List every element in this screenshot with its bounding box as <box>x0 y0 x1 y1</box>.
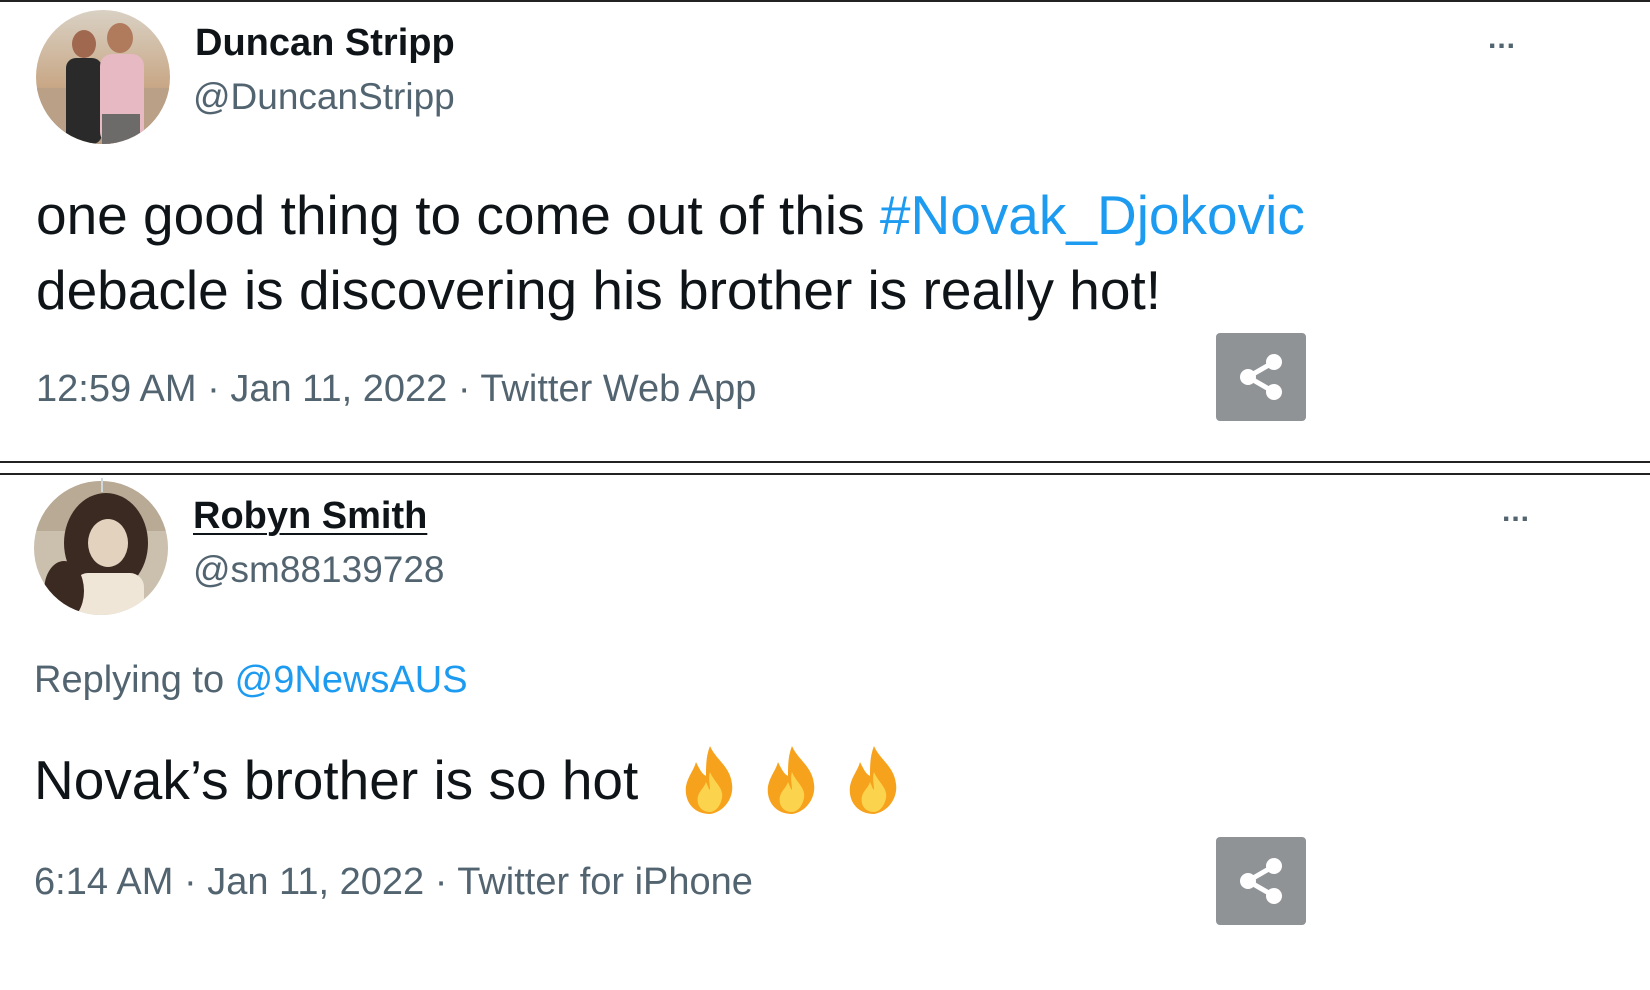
fire-icon <box>836 742 912 818</box>
share-icon <box>1240 354 1282 400</box>
author-name[interactable]: Duncan Stripp <box>195 22 455 65</box>
tweet-date[interactable]: Jan 11, 2022 <box>230 368 447 410</box>
meta-separator: · <box>196 368 231 410</box>
tweet-meta: 12:59 AM · Jan 11, 2022 · Twitter Web Ap… <box>36 368 756 411</box>
tweet-card-duncan[interactable]: Duncan Stripp @DuncanStripp ... one good… <box>0 0 1650 463</box>
fire-icon <box>754 742 830 818</box>
mention-link[interactable]: @9NewsAUS <box>235 659 468 701</box>
fire-icon <box>672 742 748 818</box>
tweet-source: Twitter for iPhone <box>457 861 753 903</box>
tweet-text-line2: debacle is discovering his brother is re… <box>36 259 1162 321</box>
meta-separator: · <box>173 861 208 903</box>
tweet-meta: 6:14 AM · Jan 11, 2022 · Twitter for iPh… <box>34 861 753 904</box>
share-button[interactable] <box>1216 333 1306 421</box>
author-handle[interactable]: @sm88139728 <box>193 549 445 591</box>
share-icon <box>1240 858 1282 904</box>
more-options-icon[interactable]: ... <box>1502 497 1530 527</box>
replying-to: Replying to @9NewsAUS <box>34 659 468 702</box>
avatar[interactable] <box>34 481 168 615</box>
tweet-date[interactable]: Jan 11, 2022 <box>207 861 424 903</box>
thread-tick <box>101 478 103 492</box>
meta-separator: · <box>447 368 481 410</box>
meta-separator: · <box>424 861 458 903</box>
hashtag-link[interactable]: #Novak_Djokovic <box>880 184 1305 246</box>
tweet-source: Twitter Web App <box>480 368 757 410</box>
tweet-time[interactable]: 6:14 AM <box>34 861 173 903</box>
replying-prefix: Replying to <box>34 659 235 701</box>
divider <box>0 461 1650 463</box>
avatar[interactable] <box>36 10 170 144</box>
tweet-card-robyn[interactable]: Robyn Smith @sm88139728 ... Replying to … <box>0 473 1650 990</box>
emoji-group <box>672 742 912 818</box>
tweet-text: one good thing to come out of this #Nova… <box>36 178 1305 328</box>
tweet-text: Novak’s brother is so hot <box>34 743 912 822</box>
share-button[interactable] <box>1216 837 1306 925</box>
tweet-text-part: Novak’s brother is so hot <box>34 749 654 811</box>
more-options-icon[interactable]: ... <box>1488 24 1516 54</box>
author-name[interactable]: Robyn Smith <box>193 495 427 538</box>
author-handle[interactable]: @DuncanStripp <box>193 76 455 118</box>
tweet-text-part: one good thing to come out of this <box>36 184 880 246</box>
tweet-time[interactable]: 12:59 AM <box>36 368 197 410</box>
